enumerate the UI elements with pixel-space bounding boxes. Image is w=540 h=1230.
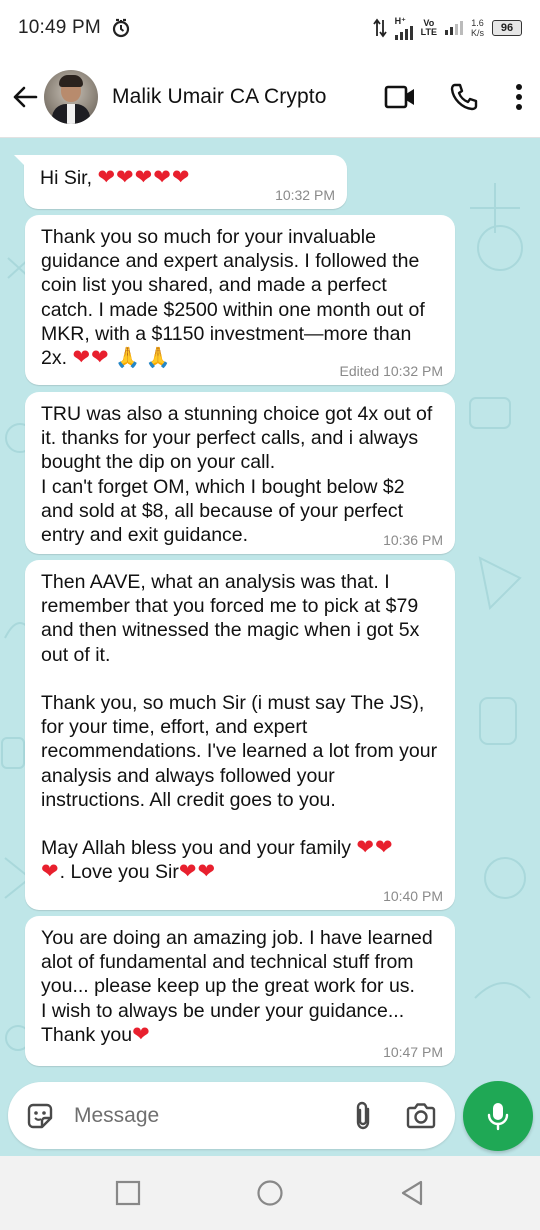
net-speed-unit: K/s — [470, 28, 484, 38]
message-bubble[interactable]: Then AAVE, what an analysis was that. I … — [25, 560, 455, 910]
sticker-icon — [27, 1103, 53, 1128]
attach-button[interactable] — [349, 1100, 377, 1132]
heart-emoji: ❤❤❤❤❤ — [97, 166, 191, 189]
recents-square-icon — [115, 1180, 141, 1206]
alarm-clock-icon — [112, 18, 130, 38]
pray-emoji: 🙏 🙏 — [109, 347, 171, 370]
signal-1: H⁺ — [394, 15, 413, 40]
contact-name[interactable]: Malik Umair CA Crypto — [112, 85, 384, 109]
mic-button[interactable] — [463, 1081, 533, 1151]
video-call-button[interactable] — [384, 81, 416, 113]
camera-icon — [406, 1102, 436, 1128]
net-speed-value: 1.6 — [471, 18, 484, 28]
heart-emoji: ❤❤ — [356, 836, 394, 860]
status-bar: 10:49 PM H⁺ Vo LTE 1.6 K/s 96 — [0, 0, 540, 56]
voice-call-button[interactable] — [448, 81, 480, 113]
more-options-button[interactable] — [512, 81, 526, 113]
message-text: Then AAVE, what an analysis was that. I … — [41, 570, 441, 885]
message-text-tail: . Love you Sir — [59, 861, 179, 884]
message-time: 10:47 PM — [383, 1044, 443, 1060]
sticker-button[interactable] — [24, 1100, 56, 1132]
message-composer — [8, 1082, 455, 1149]
chat-area[interactable]: Hi Sir, ❤❤❤❤❤ 10:32 PM Thank you so much… — [0, 138, 540, 1156]
data-transfer-icon — [372, 18, 387, 38]
mic-icon — [487, 1103, 509, 1131]
message-text: TRU was also a stunning choice got 4x ou… — [41, 403, 433, 547]
composer-icons — [349, 1100, 437, 1132]
home-circle-icon — [257, 1180, 283, 1206]
message-text: Thank you so much for your invaluable gu… — [41, 225, 441, 370]
battery-icon: 96 — [492, 20, 522, 36]
message-text: Hi Sir, — [40, 167, 98, 189]
avatar[interactable] — [44, 69, 98, 124]
back-nav-button[interactable] — [395, 1176, 429, 1210]
message-bubble[interactable]: Hi Sir, ❤❤❤❤❤ 10:32 PM — [14, 155, 347, 209]
back-arrow-icon — [13, 86, 38, 107]
message-input[interactable] — [74, 1103, 349, 1128]
message-text: You are doing an amazing job. I have lea… — [41, 926, 441, 1047]
message-time: 10:40 PM — [383, 888, 443, 904]
system-nav-bar — [0, 1156, 540, 1230]
message-text-body: You are doing an amazing job. I have lea… — [41, 927, 433, 1046]
phone-icon — [450, 83, 478, 110]
message-text-body: Then AAVE, what an analysis was that. I … — [41, 571, 438, 860]
more-vert-icon — [516, 83, 522, 110]
signal-strength-icon — [394, 25, 413, 40]
status-indicators: H⁺ Vo LTE 1.6 K/s 96 — [372, 15, 522, 40]
heart-emoji: ❤❤ — [72, 346, 110, 370]
back-triangle-icon — [401, 1180, 423, 1206]
message-time: 10:32 PM — [275, 187, 335, 203]
heart-emoji: ❤ — [132, 1022, 151, 1046]
message-bubble[interactable]: TRU was also a stunning choice got 4x ou… — [25, 392, 455, 554]
net-speed: 1.6 K/s — [471, 18, 484, 38]
message-time: 10:36 PM — [383, 532, 443, 548]
heart-emoji: ❤❤ — [178, 860, 217, 884]
header-actions — [384, 81, 526, 113]
recents-button[interactable] — [111, 1176, 145, 1210]
camera-button[interactable] — [405, 1100, 437, 1132]
signal-strength-2-icon — [444, 21, 463, 35]
message-time: Edited 10:32 PM — [339, 363, 443, 379]
attach-icon — [356, 1101, 370, 1129]
battery-level: 96 — [500, 22, 514, 34]
volte-indicator: Vo LTE — [421, 19, 437, 37]
status-time: 10:49 PM — [18, 17, 101, 38]
bubble-tail — [14, 155, 28, 169]
chat-header: Malik Umair CA Crypto — [0, 56, 540, 138]
message-bubble[interactable]: Thank you so much for your invaluable gu… — [25, 215, 455, 385]
message-bubble[interactable]: You are doing an amazing job. I have lea… — [25, 916, 455, 1066]
volte-lte-label: LTE — [420, 27, 437, 37]
home-button[interactable] — [253, 1176, 287, 1210]
network-type-label: H⁺ — [394, 15, 406, 26]
video-call-icon — [384, 85, 414, 108]
back-button[interactable] — [8, 77, 42, 117]
heart-emoji: ❤ — [41, 860, 60, 884]
